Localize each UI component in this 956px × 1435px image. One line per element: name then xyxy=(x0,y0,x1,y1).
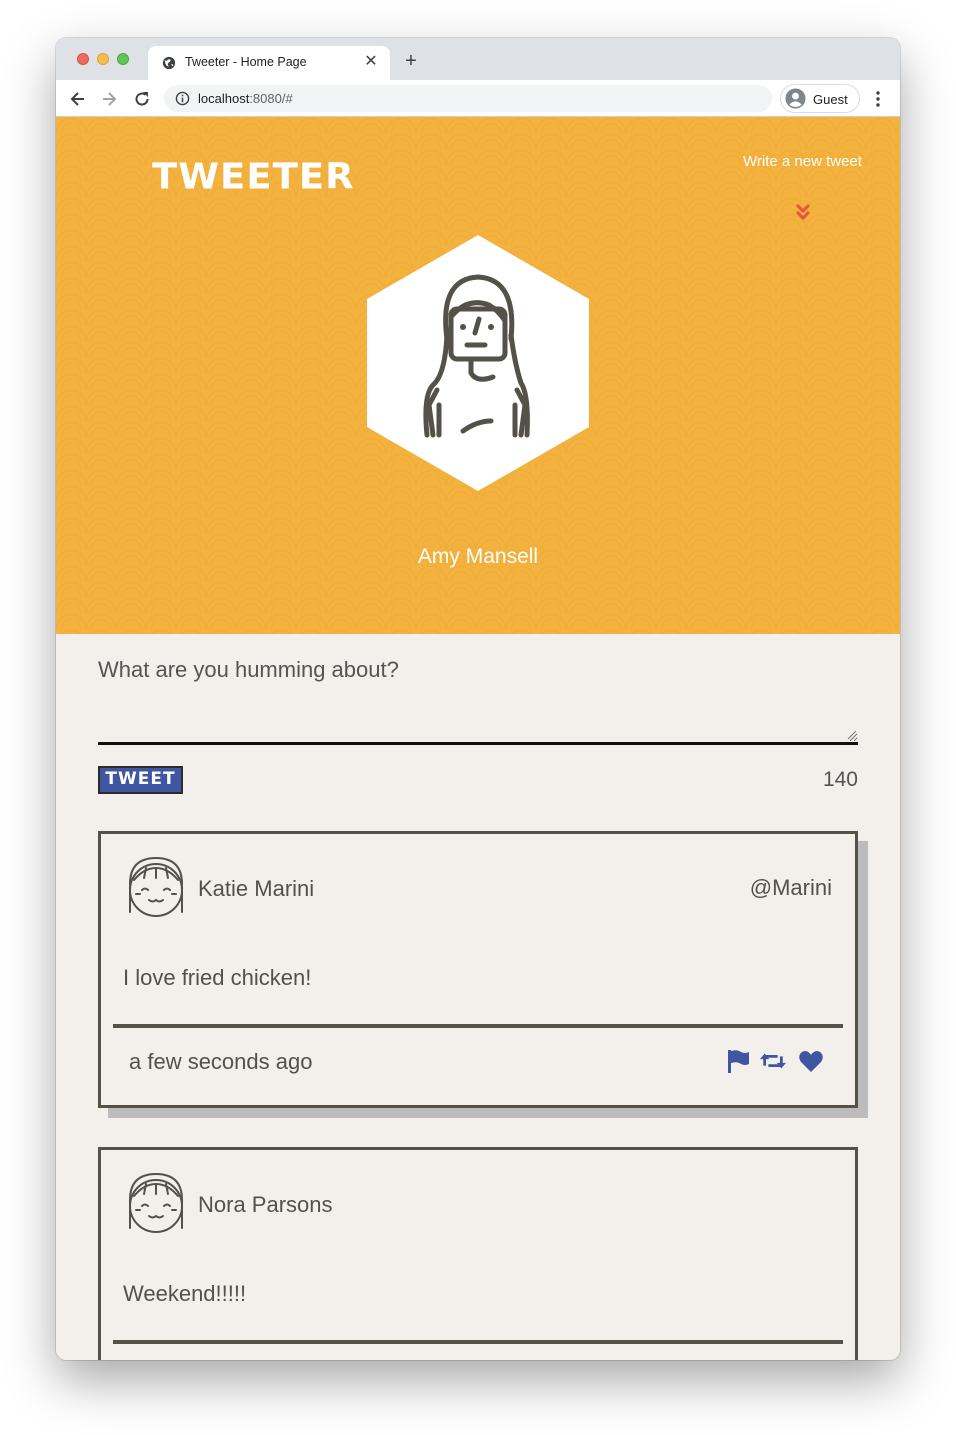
web-page: TWEETER Write a new tweet Amy Mansell Wh… xyxy=(56,117,900,1360)
tab-title: Tweeter - Home Page xyxy=(185,55,307,69)
profile-label: Guest xyxy=(813,92,848,107)
tweet-button[interactable]: TWEET xyxy=(98,766,183,794)
address-bar[interactable]: localhost:8080/# xyxy=(164,85,772,112)
tab-bar: Tweeter - Home Page ✕ + xyxy=(56,38,900,80)
url-path: :8080/# xyxy=(249,91,293,106)
tweet-content: Weekend!!!!! xyxy=(123,1281,247,1306)
globe-icon xyxy=(162,56,176,70)
plus-icon[interactable]: + xyxy=(400,50,422,72)
tweet-card: Nora Parsons Weekend!!!!! xyxy=(98,1147,858,1360)
char-counter: 140 xyxy=(822,768,858,791)
profile-header: TWEETER Write a new tweet Amy Mansell xyxy=(56,117,900,634)
close-icon[interactable]: ✕ xyxy=(362,53,380,71)
browser-window: Tweeter - Home Page ✕ + localhost:8080/# xyxy=(56,38,900,1360)
heart-icon[interactable] xyxy=(798,1048,824,1074)
url-host: localhost xyxy=(198,91,250,106)
tweet-author-name: Katie Marini xyxy=(198,876,315,901)
resize-grip-icon[interactable] xyxy=(847,730,857,740)
profile-avatar-icon xyxy=(785,88,806,109)
browser-tab[interactable]: Tweeter - Home Page ✕ xyxy=(148,46,390,80)
profile-button[interactable]: Guest xyxy=(780,84,860,113)
flag-icon[interactable] xyxy=(725,1048,751,1074)
tweet-card: Katie Marini @Marini I love fried chicke… xyxy=(98,831,858,1108)
tweet-content: I love fried chicken! xyxy=(123,965,312,990)
minimize-window-button[interactable] xyxy=(97,53,109,65)
info-icon[interactable] xyxy=(175,91,190,106)
double-chevron-down-icon[interactable] xyxy=(794,202,812,222)
back-icon[interactable] xyxy=(68,89,88,109)
profile-avatar xyxy=(367,235,589,491)
tweet-author-name: Nora Parsons xyxy=(198,1192,333,1217)
tweet-author-handle: @Marini xyxy=(749,875,832,900)
kebab-menu-icon[interactable] xyxy=(870,89,886,109)
tweet-divider xyxy=(113,1024,843,1028)
reload-icon[interactable] xyxy=(132,89,152,109)
user-avatar-icon xyxy=(129,856,183,917)
user-avatar-icon xyxy=(129,1172,183,1233)
maximize-window-button[interactable] xyxy=(117,53,129,65)
tweet-textarea[interactable] xyxy=(98,657,858,745)
close-window-button[interactable] xyxy=(77,53,89,65)
retweet-icon[interactable] xyxy=(760,1048,786,1074)
tweet-timestamp: a few seconds ago xyxy=(129,1049,313,1074)
site-logo[interactable]: TWEETER xyxy=(152,156,355,197)
write-new-tweet-link[interactable]: Write a new tweet xyxy=(743,153,862,170)
profile-name: Amy Mansell xyxy=(417,545,539,568)
url-text: localhost:8080/# xyxy=(198,91,293,106)
forward-icon[interactable] xyxy=(99,89,119,109)
browser-toolbar: localhost:8080/# Guest xyxy=(56,80,900,117)
tweet-divider xyxy=(113,1340,843,1344)
